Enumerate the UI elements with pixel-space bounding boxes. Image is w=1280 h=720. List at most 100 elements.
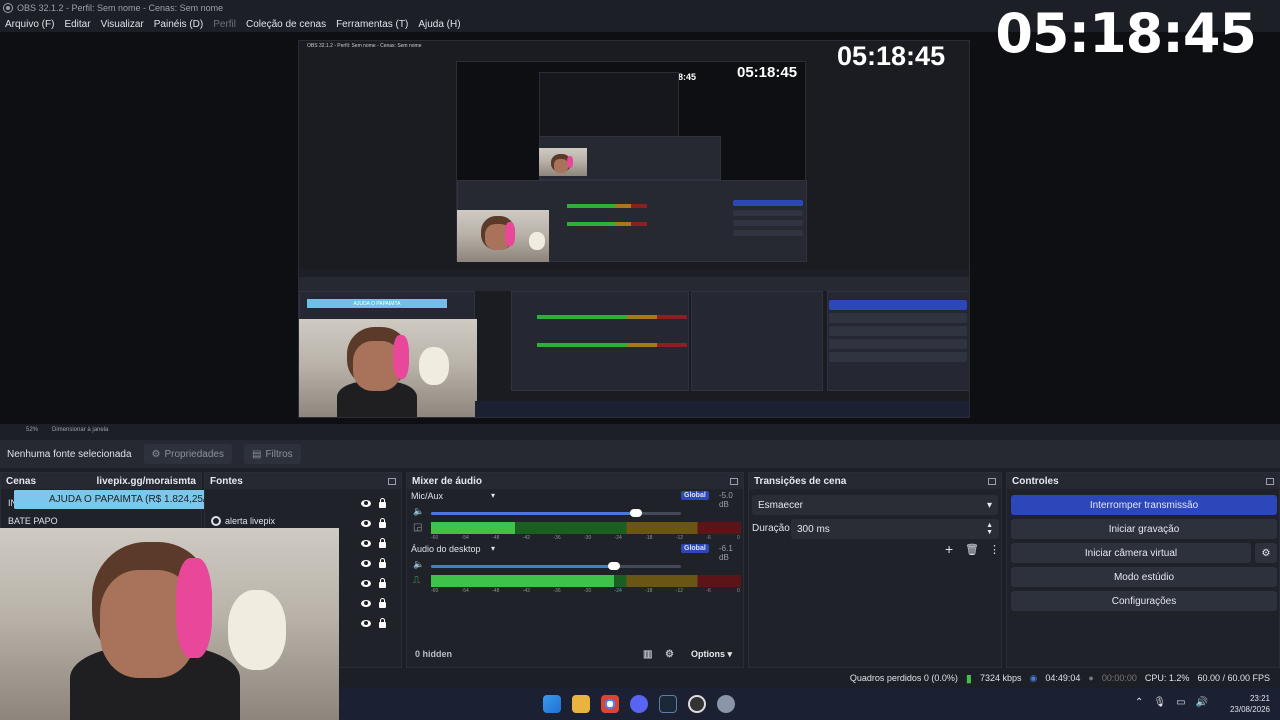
spin-arrows-icon[interactable]: ▲ ▼ <box>986 522 993 536</box>
volume-slider-knob[interactable] <box>607 562 620 570</box>
mixer-settings-icon[interactable]: ⚙ <box>665 649 674 660</box>
preview-nested-window: 05:18:45 05:18:45 <box>456 61 807 262</box>
meter-tick: -36 <box>553 588 561 594</box>
signal-bars-icon: ▮ <box>965 672 972 685</box>
visibility-eye-icon[interactable] <box>361 539 371 547</box>
mixer-channel: Áudio do desktop ▾ Global -6.1 dB 🔈 ⎍ -60 -54 -4… <box>407 544 743 596</box>
visibility-eye-icon[interactable] <box>361 499 371 507</box>
meter-tick: -6 <box>706 535 711 541</box>
settings-taskbar-icon[interactable] <box>717 695 735 713</box>
meter-tick: -42 <box>522 535 531 541</box>
transition-select[interactable]: Esmaecer ▾ <box>752 495 998 515</box>
meter-tick: -18 <box>645 588 653 594</box>
level-meter <box>431 575 741 583</box>
visibility-eye-icon[interactable] <box>361 619 371 627</box>
cpu-usage: CPU: 1.2% <box>1144 673 1190 683</box>
channel-badge[interactable]: Global <box>681 491 709 500</box>
channel-db: -6.1 dB <box>719 544 733 562</box>
lock-icon[interactable] <box>379 538 386 548</box>
start-icon[interactable] <box>543 695 561 713</box>
obs-taskbar-icon[interactable] <box>688 695 706 713</box>
channel-db: -5.0 dB <box>719 491 733 509</box>
start-virtual-camera-button[interactable]: Iniciar câmera virtual <box>1011 543 1251 563</box>
menu-visualizar[interactable]: Visualizar <box>96 19 149 30</box>
add-transition-icon[interactable]: + <box>945 541 953 557</box>
mixer-layout-icon[interactable]: ▥ <box>643 649 652 660</box>
webcam-headphone <box>176 558 212 658</box>
speaker-icon[interactable]: 🔈 <box>413 506 424 517</box>
zoom-row: 52% Dimensionar à janela <box>0 424 1280 436</box>
transition-menu-icon[interactable]: ⋮ <box>989 543 1000 556</box>
filters-button[interactable]: ▤ Filtros <box>243 444 301 464</box>
settings-button[interactable]: Configurações <box>1011 591 1277 611</box>
preview-window-title: OBS 32.1.2 - Perfil: Sem nome - Cenas: S… <box>307 43 422 49</box>
menu-editar[interactable]: Editar <box>59 19 95 30</box>
volume-slider[interactable] <box>431 512 636 515</box>
level-meter <box>431 530 741 534</box>
dock-undock-icon[interactable] <box>988 477 996 485</box>
tray-date: 23/08/2026 <box>1229 705 1270 714</box>
monitor-icon[interactable]: ◲ <box>413 522 422 533</box>
lock-icon[interactable] <box>379 558 386 568</box>
transitions-title: Transições de cena <box>754 475 847 487</box>
lock-icon[interactable] <box>379 598 386 608</box>
lock-icon[interactable] <box>379 518 386 528</box>
remove-transition-icon[interactable]: 🗑 <box>965 543 979 556</box>
chevron-up-icon[interactable]: ⌃ <box>1135 697 1143 708</box>
mixer-options-button[interactable]: Options ▾ <box>691 649 732 660</box>
visibility-eye-icon[interactable] <box>361 599 371 607</box>
menu-coleção-de-cenas[interactable]: Coleção de cenas <box>241 19 331 30</box>
microphone-icon[interactable]: 🎙 <box>1153 697 1166 708</box>
meter-tick: -24 <box>614 535 622 541</box>
network-icon[interactable]: ▭ <box>1176 697 1185 708</box>
studio-mode-button[interactable]: Modo estúdio <box>1011 567 1277 587</box>
lock-icon[interactable] <box>379 498 386 508</box>
channel-name: Mic/Aux <box>411 491 444 501</box>
channel-menu-icon[interactable]: ▾ <box>491 544 495 553</box>
steam-icon[interactable] <box>659 695 677 713</box>
chrome-icon[interactable] <box>601 695 619 713</box>
meter-tick: 0 <box>737 535 740 541</box>
browser-source-icon <box>211 516 221 526</box>
menu-arquivo-f[interactable]: Arquivo (F) <box>0 19 59 30</box>
dock-undock-icon[interactable] <box>730 477 738 485</box>
file-explorer-icon[interactable] <box>572 695 590 713</box>
meter-tick: 0 <box>737 588 740 594</box>
volume-slider-knob[interactable] <box>630 509 642 517</box>
virtual-camera-settings-icon[interactable]: ⚙ <box>1255 543 1277 563</box>
obs-logo-icon <box>3 3 13 13</box>
stop-streaming-button[interactable]: Interromper transmissão <box>1011 495 1277 515</box>
discord-icon[interactable] <box>630 695 648 713</box>
meter-tick: -48 <box>492 588 500 594</box>
channel-badge[interactable]: Global <box>681 544 709 553</box>
visibility-eye-icon[interactable] <box>361 559 371 567</box>
lock-icon[interactable] <box>379 578 386 588</box>
monitor-icon[interactable]: ⎍ <box>413 575 420 586</box>
visibility-eye-icon[interactable] <box>361 579 371 587</box>
mixer-title: Mixer de áudio <box>412 475 483 487</box>
dock-undock-icon[interactable] <box>388 477 396 485</box>
visibility-eye-icon[interactable] <box>361 519 371 527</box>
lock-icon[interactable] <box>379 618 386 628</box>
source-toolbar: Nenhuma fonte selecionada ⚙ Propriedades … <box>0 440 1280 468</box>
zoom-fit-label[interactable]: Dimensionar à janela <box>52 427 108 433</box>
program-preview[interactable]: OBS 32.1.2 - Perfil: Sem nome - Cenas: S… <box>298 40 970 418</box>
menu-perfil[interactable]: Perfil <box>208 19 241 30</box>
channel-menu-icon[interactable]: ▾ <box>491 491 495 500</box>
duration-spinbox[interactable]: 300 ms ▲ ▼ <box>791 519 999 539</box>
tray-clock[interactable]: 23:21 23/08/2026 <box>1230 693 1270 715</box>
properties-button[interactable]: ⚙ Propriedades <box>143 444 232 464</box>
speaker-icon[interactable]: 🔈 <box>413 559 424 570</box>
level-meter <box>431 583 741 587</box>
zoom-percent[interactable]: 52% <box>26 427 38 433</box>
start-recording-button[interactable]: Iniciar gravação <box>1011 519 1277 539</box>
tray-icons: ⌃ 🎙 ▭ 🔊 <box>1135 697 1208 708</box>
menu-ferramentas-t[interactable]: Ferramentas (T) <box>331 19 413 30</box>
volume-icon[interactable]: 🔊 <box>1196 697 1208 708</box>
volume-slider[interactable] <box>431 565 614 568</box>
meter-tick: -24 <box>614 588 622 594</box>
menu-ajuda-h[interactable]: Ajuda (H) <box>413 19 465 30</box>
menu-painéis-d[interactable]: Painéis (D) <box>149 19 208 30</box>
dock-undock-icon[interactable] <box>1266 477 1274 485</box>
menu-bar: Arquivo (F) Editar Visualizar Painéis (D) Pe… <box>0 16 1000 32</box>
